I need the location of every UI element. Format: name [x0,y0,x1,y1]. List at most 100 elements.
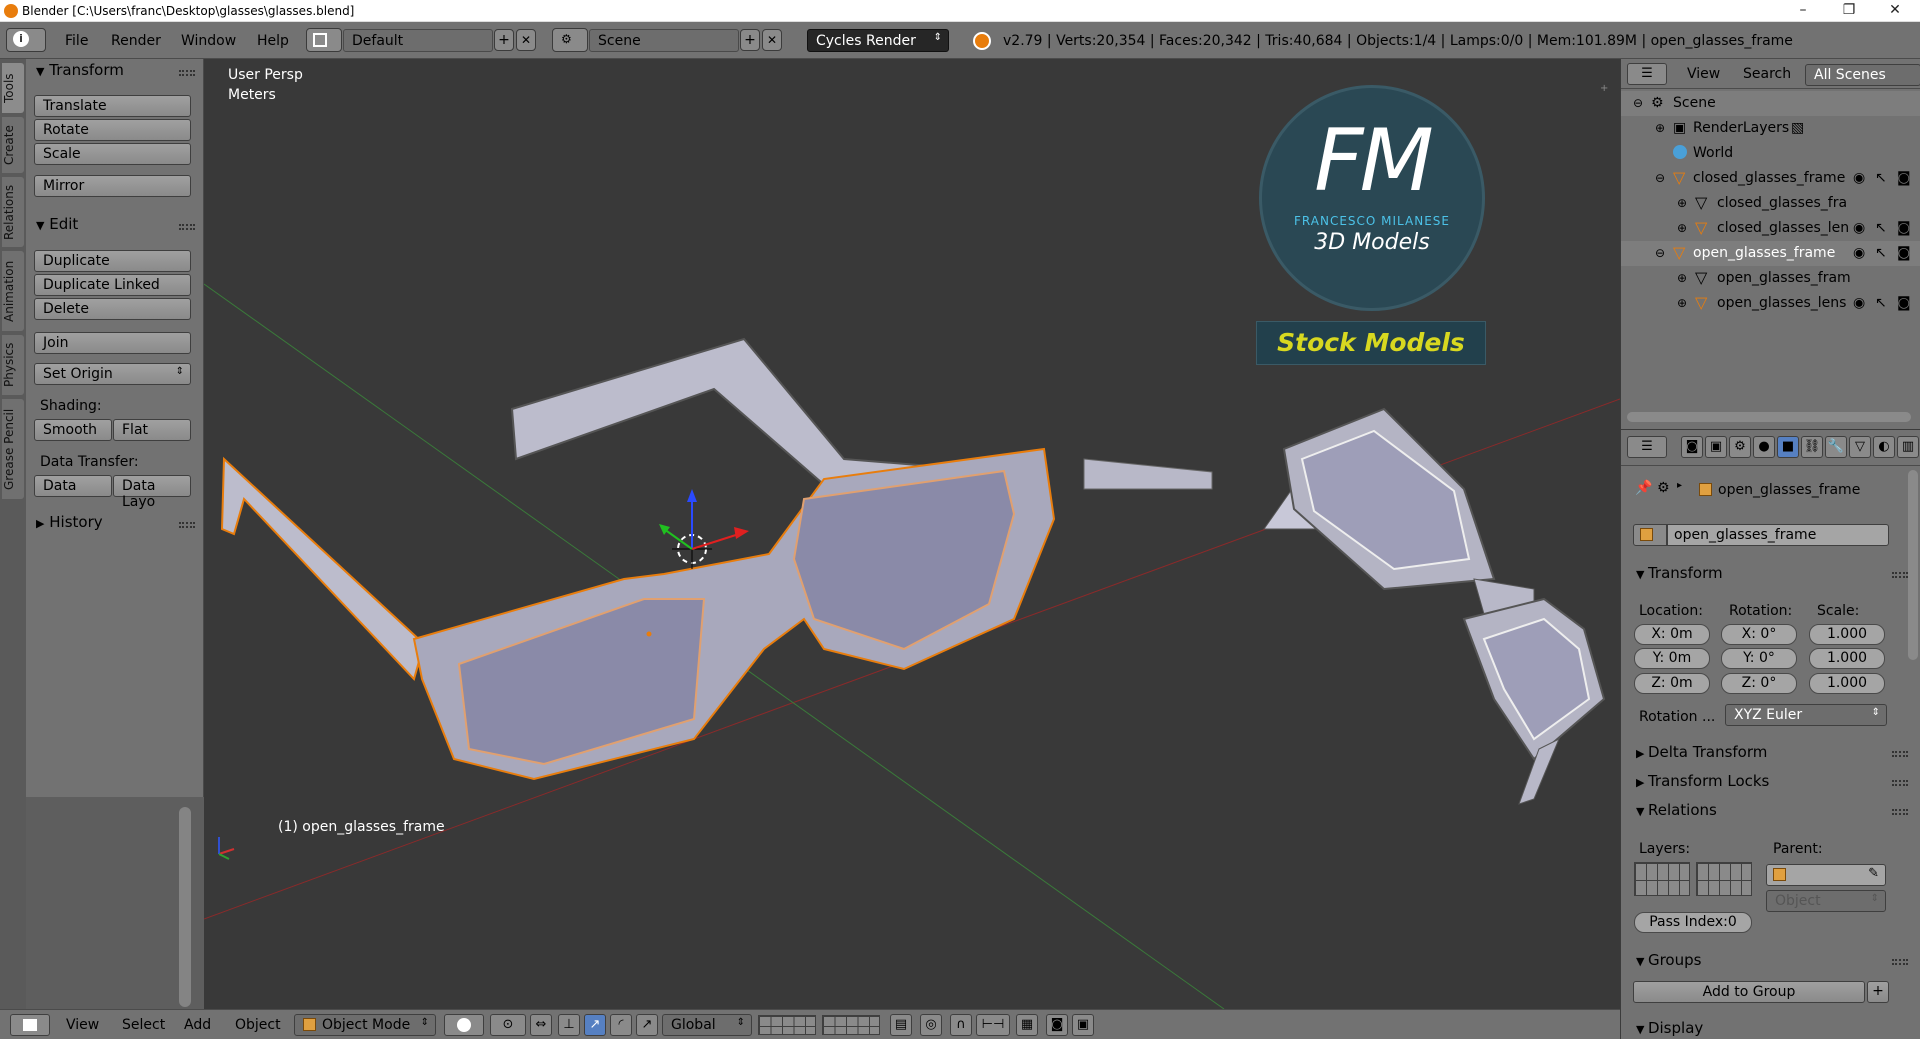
toolshelf-scrollbar[interactable] [179,807,191,1007]
add-scene-button[interactable]: + [740,29,760,51]
add-group-plus-button[interactable]: + [1867,981,1889,1003]
scale-button[interactable]: Scale [34,143,191,165]
scene-name-field[interactable]: Scene [589,29,739,52]
outliner-row-closed-glasses-fra[interactable]: ⊕ ▽ closed_glasses_fra [1621,191,1920,216]
outliner-row-open-glasses-lens[interactable]: ⊕ ▽ open_glasses_lens ◉ ↖ ◙ [1621,291,1920,316]
maximize-button[interactable]: ❐ [1826,0,1872,22]
transform-locks-section-header[interactable]: ▶ Transform Locks [1636,772,1769,790]
history-panel-header[interactable]: ▶ History [36,513,103,531]
rotate-manip-button[interactable]: ◜ [610,1014,632,1036]
rotation-mode-select[interactable]: XYZ Euler ⇕ [1725,704,1887,726]
3d-viewport[interactable]: User Persp Meters (1) open_glasses_frame… [204,59,1620,1009]
drag-grip-icon[interactable] [1892,780,1908,786]
rotation-z-field[interactable]: Z: 0° [1721,673,1797,694]
drag-grip-icon[interactable] [1892,959,1908,965]
menu-select[interactable]: Select [122,1017,165,1033]
outliner-row-renderlayers[interactable]: ⊕ ▣ RenderLayers ▧ [1621,116,1920,141]
eyedropper-icon[interactable]: ✎ [1868,866,1879,881]
drag-grip-icon[interactable] [179,224,195,230]
pass-index-field[interactable]: Pass Index:0 [1634,912,1752,933]
object-layers-grid-b[interactable] [1696,862,1752,896]
snap-toggle[interactable]: ∩ [950,1014,972,1036]
groups-section-header[interactable]: ▼ Groups [1636,951,1701,969]
collapse-icon[interactable]: ⊖ [1655,171,1665,185]
object-browse-button[interactable] [1633,524,1667,546]
expand-icon[interactable]: ⊕ [1677,296,1687,310]
orientation-select[interactable]: Global ⇕ [662,1014,752,1036]
menu-render[interactable]: Render [111,33,161,49]
drag-grip-icon[interactable] [1892,572,1908,578]
delete-scene-button[interactable]: ✕ [762,29,782,51]
menu-view[interactable]: View [66,1017,99,1033]
rotation-y-field[interactable]: Y: 0° [1721,648,1797,669]
menu-help[interactable]: Help [257,33,289,49]
transform-panel-header[interactable]: ▼ Transform [36,61,124,79]
outliner-h-scrollbar[interactable] [1627,412,1911,422]
layout-browse-button[interactable] [306,28,342,52]
object-context-icon[interactable]: ■ [1777,436,1799,458]
open-glasses-model[interactable] [1083,407,1606,805]
flat-button[interactable]: Flat [113,419,191,441]
menu-file[interactable]: File [65,33,88,49]
camera-icon[interactable]: ◙ [1897,245,1911,261]
pivot-select[interactable]: ⊙ [490,1014,526,1036]
minimize-button[interactable]: – [1780,0,1826,22]
data-button[interactable]: Data [34,475,112,497]
transform-section-header[interactable]: ▼ Transform [1636,564,1723,582]
tab-animation[interactable]: Animation [2,251,24,331]
drag-grip-icon[interactable] [1892,751,1908,757]
scale-z-field[interactable]: 1.000 [1809,673,1885,694]
add-to-group-button[interactable]: Add to Group [1633,981,1865,1003]
opengl-render-button[interactable]: ◙ [1046,1014,1068,1036]
layout-name-field[interactable]: Default [343,29,493,52]
scene-browse-button[interactable]: ⚙ [552,28,588,52]
translate-manip-button[interactable]: ⊥ [558,1014,580,1036]
render-region-button[interactable]: ▦ [1016,1014,1038,1036]
duplicate-linked-button[interactable]: Duplicate Linked [34,274,191,296]
tab-relations[interactable]: Relations [2,177,24,247]
outliner-row-open-glasses-frame[interactable]: ⊖ ▽ open_glasses_frame ◉ ↖ ◙ [1621,241,1920,266]
delta-transform-section-header[interactable]: ▶ Delta Transform [1636,743,1767,761]
menu-view[interactable]: View [1687,66,1720,82]
outliner-row-open-glasses-fram[interactable]: ⊕ ▽ open_glasses_fram [1621,266,1920,291]
cursor-icon[interactable]: ↖ [1875,170,1887,186]
manipulator-toggle[interactable]: ⇔ [530,1014,552,1036]
camera-icon[interactable]: ◙ [1897,295,1911,311]
edit-panel-header[interactable]: ▼ Edit [36,215,78,233]
outliner-row-scene[interactable]: ⊖ ⚙ Scene [1621,91,1920,116]
location-y-field[interactable]: Y: 0m [1634,648,1710,669]
object-name-field[interactable]: open_glasses_frame [1667,524,1889,546]
expand-icon[interactable]: ⊕ [1677,271,1687,285]
duplicate-button[interactable]: Duplicate [34,250,191,272]
closed-glasses-model[interactable] [220,337,1056,781]
drag-grip-icon[interactable] [179,70,195,76]
pin-icon[interactable]: 📌 [1635,480,1652,496]
render-context-icon[interactable]: ◙ [1681,436,1703,458]
scene-context-icon[interactable]: ⚙ [1729,436,1751,458]
add-layout-button[interactable]: + [494,29,514,51]
expand-icon[interactable]: ⊕ [1677,196,1687,210]
tab-create[interactable]: Create [2,117,24,173]
material-context-icon[interactable]: ◐ [1873,436,1895,458]
delete-button[interactable]: Delete [34,298,191,320]
location-x-field[interactable]: X: 0m [1634,624,1710,645]
drag-grip-icon[interactable] [1892,809,1908,815]
snap-element-select[interactable]: ⊢⊣ [976,1014,1010,1036]
menu-window[interactable]: Window [181,33,236,49]
parent-field[interactable]: ✎ [1766,864,1886,886]
display-mode-select[interactable]: All Scenes [1805,64,1920,86]
layers-grid-b[interactable] [822,1015,880,1035]
relations-section-header[interactable]: ▼ Relations [1636,801,1717,819]
mirror-button[interactable]: Mirror [34,175,191,197]
render-engine-select[interactable]: Cycles Render ⇕ [807,29,949,52]
data-layout-button[interactable]: Data Layo [113,475,191,510]
tab-physics[interactable]: Physics [2,335,24,395]
layers-grid-a[interactable] [758,1015,816,1035]
join-button[interactable]: Join [34,332,191,354]
camera-icon[interactable]: ◙ [1897,220,1911,236]
editor-type-button[interactable]: ☰ [1627,436,1667,458]
translate-button[interactable]: Translate [34,95,191,117]
parent-type-select[interactable]: Object ⇕ [1766,890,1886,912]
cursor-icon[interactable]: ↖ [1875,245,1887,261]
editor-type-button[interactable]: ☰ [1627,63,1667,85]
